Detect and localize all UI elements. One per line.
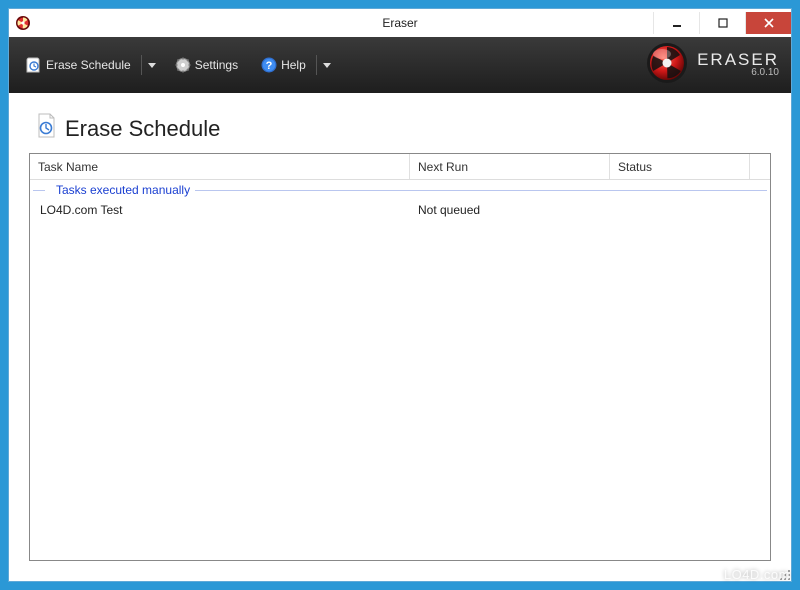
help-label: Help [281,58,306,72]
page-title: Erase Schedule [65,116,220,142]
svg-text:?: ? [266,60,273,72]
close-button[interactable] [745,12,791,34]
chevron-down-icon [148,63,156,68]
erase-schedule-label: Erase Schedule [46,58,131,72]
erase-schedule-button[interactable]: Erase Schedule [19,52,137,78]
app-window: Eraser Erase S [8,8,792,582]
schedule-icon [35,113,57,145]
list-header: Task Name Next Run Status [30,154,770,180]
brand: ERASER 6.0.10 [645,41,779,88]
help-icon: ? [260,56,278,74]
task-group-header[interactable]: Tasks executed manually [30,180,770,200]
schedule-icon [25,56,43,74]
toolbar-separator [316,55,317,75]
help-dropdown[interactable] [321,60,333,71]
app-icon [15,15,31,31]
chevron-down-icon [323,63,331,68]
column-spacer [750,154,770,179]
task-nextrun-cell: Not queued [410,203,610,217]
page-title-row: Erase Schedule [35,113,771,145]
erase-schedule-dropdown[interactable] [146,60,158,71]
toolbar: Erase Schedule [9,37,791,93]
help-button[interactable]: ? Help [254,52,312,78]
maximize-button[interactable] [699,12,745,34]
column-next-run[interactable]: Next Run [410,154,610,179]
gear-icon [174,56,192,74]
settings-button[interactable]: Settings [168,52,244,78]
content-area: Erase Schedule Task Name Next Run Status… [9,93,791,581]
brand-version: 6.0.10 [697,68,779,78]
task-row[interactable]: LO4D.com Test Not queued [30,200,770,220]
task-group-label: Tasks executed manually [54,183,192,197]
brand-name: ERASER [697,51,779,68]
title-bar: Eraser [9,9,791,37]
minimize-button[interactable] [653,12,699,34]
toolbar-separator [141,55,142,75]
task-list-panel: Task Name Next Run Status Tasks executed… [29,153,771,561]
settings-label: Settings [195,58,238,72]
brand-icon [645,41,689,88]
column-task-name[interactable]: Task Name [30,154,410,179]
column-status[interactable]: Status [610,154,750,179]
task-name-cell: LO4D.com Test [30,203,410,217]
